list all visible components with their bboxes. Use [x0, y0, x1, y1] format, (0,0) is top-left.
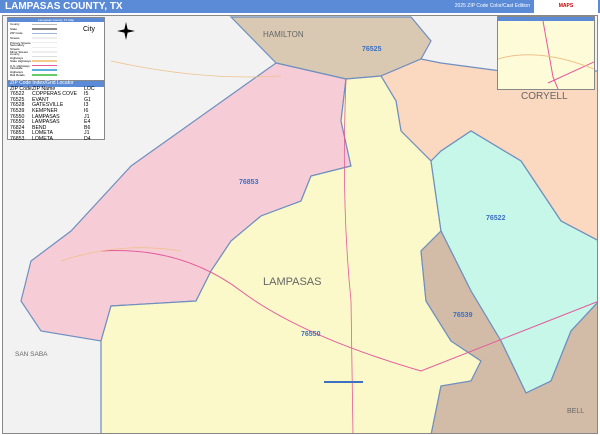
map-title: LAMPASAS COUNTY, TX — [5, 1, 123, 12]
inset-road — [498, 54, 594, 70]
legend-item: Rail Roads — [8, 73, 63, 78]
edition-label: 2025 ZIP Code Color/Cast Edition — [454, 3, 530, 9]
inset-map[interactable] — [497, 16, 595, 90]
inset-header — [498, 17, 594, 21]
table-row: 76853 LOMETA D4 — [8, 135, 104, 143]
zip-label-76522: 76522 — [486, 215, 506, 222]
map-legend: Lampasas County, TX Map County State ZIP… — [7, 17, 105, 82]
county-label-hamilton: HAMILTON — [263, 30, 304, 39]
zip-index-table: ZIP Code Index/Grid Locator ZIP Code ZIP … — [7, 80, 105, 143]
table-cell: LOMETA — [32, 135, 53, 142]
county-label-lampasas: LAMPASAS — [263, 276, 322, 288]
county-label-coryell: CORYELL — [521, 91, 568, 102]
inset-highway — [542, 20, 559, 89]
zip-label-76853: 76853 — [239, 179, 259, 186]
city-legend-label: City — [83, 26, 96, 33]
table-cell: 76853 — [10, 135, 25, 142]
zip-label-76525: 76525 — [362, 46, 382, 53]
zip-label-76539: 76539 — [453, 312, 473, 319]
title-bar: LAMPASAS COUNTY, TX 2025 ZIP Code Color/… — [0, 0, 600, 13]
table-cell: D4 — [84, 135, 91, 142]
inset-highway — [547, 61, 594, 84]
county-label-san-saba: SAN SABA — [15, 351, 48, 358]
county-label-bell: BELL — [567, 408, 584, 415]
brand-logo: MAPS — [534, 0, 598, 13]
zip-label-76550: 76550 — [301, 331, 321, 338]
